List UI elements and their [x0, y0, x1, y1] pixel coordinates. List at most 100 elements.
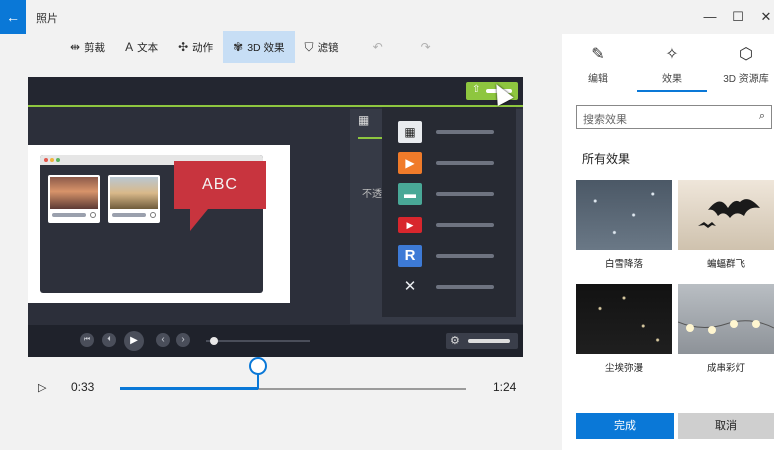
video-inner-knob	[210, 337, 218, 345]
share-icon: ⇧	[472, 84, 481, 95]
3d-effects-label: 3D 效果	[247, 41, 285, 54]
filter-button[interactable]: ⛉ 滤镜	[295, 31, 349, 63]
menu-item-label-bar	[436, 130, 494, 134]
trim-icon: ⇹	[70, 40, 81, 54]
text-icon: A	[125, 40, 134, 54]
effect-label: 蝙蝠群飞	[706, 259, 745, 270]
slide-thumbnail-card	[108, 175, 160, 223]
seek-progress	[120, 387, 259, 390]
total-time: 1:24	[493, 380, 517, 394]
motion-label: 动作	[192, 41, 214, 54]
window-dot-green	[56, 158, 60, 162]
window-dot-red	[44, 158, 48, 162]
snowfall-thumbnail	[576, 180, 672, 250]
video-slide: ABC	[28, 145, 290, 303]
motion-icon: ✣	[178, 40, 189, 54]
video-control-bar: ⏮ ⏴ ▶ ‹ › ⚙	[28, 325, 523, 357]
chat-teal-icon: ▬	[398, 183, 422, 205]
gear-icon: ⚙	[450, 335, 460, 347]
effect-snowfall[interactable]: 白雪降落	[576, 180, 672, 280]
share-menu-item[interactable]: R	[398, 245, 508, 269]
effect-string-lights[interactable]: 成串彩灯	[677, 284, 774, 384]
bat-silhouette-icon	[698, 199, 760, 228]
3d-effects-icon: ✾	[233, 40, 244, 54]
thumb-dot	[150, 212, 156, 218]
text-label: 文本	[137, 41, 159, 54]
sunset-thumbnail	[50, 177, 98, 209]
app-title: 照片	[36, 13, 58, 25]
abc-speech-bubble: ABC	[174, 161, 266, 209]
tab-effects[interactable]: ✧ 效果	[638, 42, 706, 92]
close-icon: ✕	[760, 9, 772, 24]
slide-thumbnail-card	[48, 175, 100, 223]
effects-search-input[interactable]: 搜索效果 ⌕	[576, 105, 772, 129]
tab-3d-library[interactable]: ⬡ 3D 资源库	[712, 42, 774, 92]
tools-icon: ✕	[403, 278, 417, 295]
video-preview[interactable]: ⇧ ▦ 不透 ABC ▦ ▶ ▬ ▶ R ✕ ⏮ ⏴ ▶ ‹ › ⚙	[28, 77, 523, 357]
youtube-icon: ▶	[398, 217, 422, 233]
minimize-icon: —	[703, 9, 717, 24]
active-tab-indicator	[637, 90, 707, 92]
done-button[interactable]: 完成	[576, 413, 674, 439]
next-icon: ›	[176, 333, 190, 347]
window-dot-yellow	[50, 158, 54, 162]
share-menu: ▦ ▶ ▬ ▶ R ✕	[382, 107, 516, 317]
menu-item-label-bar	[436, 161, 494, 165]
prev-icon: ‹	[156, 333, 170, 347]
tab-3d-library-label: 3D 资源库	[723, 74, 769, 85]
share-menu-item[interactable]: ▬	[398, 183, 508, 207]
share-menu-item[interactable]: ▦	[398, 121, 508, 145]
filter-label: 滤镜	[317, 41, 339, 54]
play-button[interactable]: ▷	[38, 381, 46, 394]
3d-library-icon: ⬡	[739, 46, 753, 63]
effect-label: 成串彩灯	[706, 363, 745, 374]
r-logo-icon: R	[398, 245, 422, 267]
edit-icon: ✎	[591, 46, 605, 63]
current-time: 0:33	[71, 380, 95, 394]
thumb-caption-bar	[112, 213, 146, 217]
undo-button[interactable]: ↶	[349, 31, 411, 63]
share-menu-item[interactable]: ✕	[398, 276, 508, 300]
effects-pane: ✎ 编辑 ✧ 效果 ⬡ 3D 资源库 搜索效果 ⌕ 所有效果 白雪降落 蝙蝠群飞…	[562, 34, 774, 450]
redo-button[interactable]: ↷	[411, 31, 445, 63]
trim-button[interactable]: ⇹ 剪裁	[60, 31, 115, 63]
effect-bats[interactable]: 蝙蝠群飞	[678, 180, 774, 280]
play-orange-icon: ▶	[398, 152, 422, 174]
video-inner-track	[206, 340, 310, 342]
skip-back-icon: ⏮	[80, 333, 94, 347]
cancel-button[interactable]: 取消	[678, 413, 774, 439]
video-play-icon: ▶	[124, 331, 144, 351]
trim-label: 剪裁	[84, 41, 106, 54]
title-bar: ← 照片 — ☐ ✕	[0, 0, 774, 34]
speech-bubble-tail	[190, 209, 208, 231]
editor-area: ⇧ ▦ 不透 ABC ▦ ▶ ▬ ▶ R ✕ ⏮ ⏴ ▶ ‹ › ⚙ ▷ 0:3…	[0, 63, 562, 450]
settings-label-bar	[468, 339, 510, 343]
back-button[interactable]: ←	[0, 0, 26, 34]
tab-edit-label: 编辑	[588, 74, 608, 85]
share-menu-item[interactable]: ▶	[398, 152, 508, 176]
3d-effects-button[interactable]: ✾ 3D 效果	[223, 31, 295, 63]
undo-icon: ↶	[372, 40, 383, 54]
thumb-caption-bar	[52, 213, 86, 217]
thumb-dot	[90, 212, 96, 218]
redo-icon: ↷	[420, 40, 431, 54]
text-button[interactable]: A 文本	[115, 31, 168, 63]
tab-edit[interactable]: ✎ 编辑	[564, 42, 632, 92]
string-lights-icon	[677, 320, 774, 334]
tab-effects-label: 效果	[662, 74, 682, 85]
seek-handle[interactable]	[249, 357, 268, 375]
filmstrip-tab-icon: ▦	[358, 113, 370, 127]
effect-dust[interactable]: 尘埃弥漫	[576, 284, 672, 384]
maximize-icon: ☐	[732, 9, 744, 24]
menu-item-label-bar	[436, 285, 494, 289]
motion-button[interactable]: ✣ 动作	[168, 31, 223, 63]
back-arrow-icon: ←	[6, 9, 20, 25]
effect-label: 白雪降落	[604, 259, 643, 270]
close-button[interactable]: ✕	[748, 6, 774, 28]
mountain-thumbnail	[110, 177, 158, 209]
video-settings-pill: ⚙	[446, 333, 518, 349]
dust-thumbnail	[576, 284, 672, 354]
section-title: 所有效果	[582, 152, 631, 166]
video-side-text: 不透	[362, 189, 382, 200]
share-menu-item[interactable]: ▶	[398, 214, 508, 238]
